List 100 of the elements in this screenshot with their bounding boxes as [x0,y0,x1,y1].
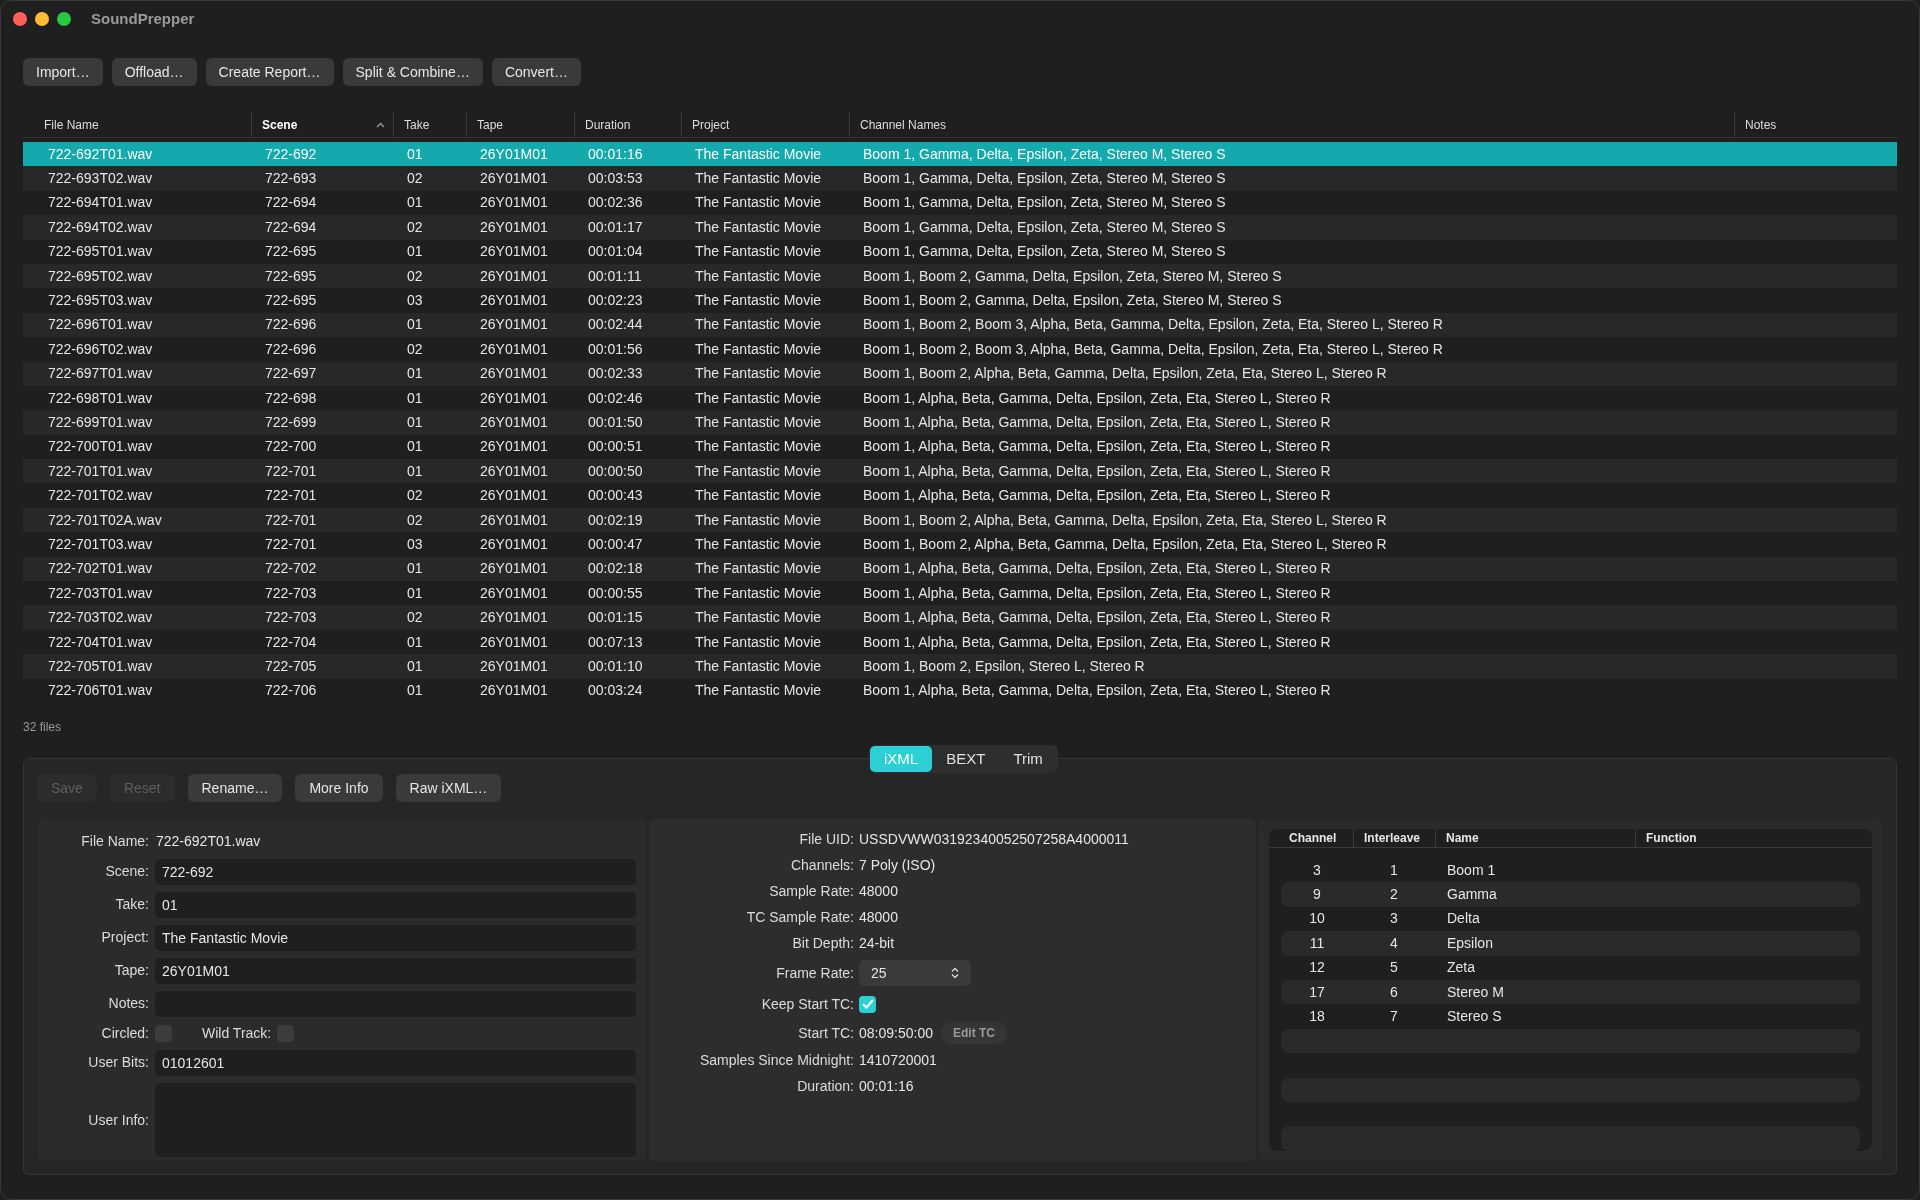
table-row[interactable]: 722-696T01.wav 722-696 01 26Y01M01 00:02:44 The Fantastic Movie Boom 1, Boom 2, Boom 3, Alpha, Beta, Gamma, Delta, Epsilon, Zeta, Eta, Stereo L, Stereo R [23,312,1897,338]
table-cell: 722-692T01.wav [48,145,153,162]
table-cell: 722-697T01.wav [48,365,153,382]
table-row[interactable]: 18 7 Stereo S [1281,1004,1860,1029]
inspector-button[interactable]: More Info [295,774,383,802]
table-cell: 01 [407,243,423,260]
table-cell: 01 [407,365,423,382]
table-cell: The Fantastic Movie [695,292,822,309]
table-cell: 722-705T01.wav [48,657,153,674]
frame-rate-dropdown[interactable]: 25 [859,960,971,986]
toolbar-button[interactable]: Split & Combine… [342,58,483,86]
table-cell: 722-695 [265,243,317,260]
column-header[interactable]: Take [393,112,466,137]
column-header[interactable]: Tape [466,112,574,137]
table-row[interactable]: 722-703T02.wav 722-703 02 26Y01M01 00:01:15 The Fantastic Movie Boom 1, Alpha, Beta, Gamma, Delta, Epsilon, Zeta, Eta, Stereo L, Stereo R [23,605,1897,630]
table-row[interactable]: 11 4 Epsilon [1281,931,1860,956]
table-cell: 26Y01M01 [480,609,548,626]
table-cell: 26Y01M01 [480,267,548,284]
table-cell: Boom 1, Alpha, Beta, Gamma, Delta, Epsilon, Zeta, Eta, Stereo L, Stereo R [863,682,1331,699]
table-cell: 722-700T01.wav [48,438,153,455]
input-field[interactable]: The Fantastic Movie [155,924,636,951]
table-cell: 26Y01M01 [480,682,548,699]
table-cell: 722-698T01.wav [48,389,153,406]
table-cell: The Fantastic Movie [695,194,822,211]
table-cell: 00:02:23 [588,292,643,309]
table-cell: 00:02:44 [588,316,643,333]
toolbar-button[interactable]: Convert… [491,58,581,86]
table-cell: The Fantastic Movie [695,340,822,357]
zoom-icon[interactable] [57,12,71,26]
table-cell: 722-694T02.wav [48,218,153,235]
table-cell: Boom 1, Boom 2, Epsilon, Stereo L, Stereo R [863,657,1145,674]
table-cell: Boom 1, Boom 2, Alpha, Beta, Gamma, Delta, Epsilon, Zeta, Eta, Stereo L, Stereo R [863,365,1387,382]
table-cell: Boom 1, Alpha, Beta, Gamma, Delta, Epsilon, Zeta, Eta, Stereo L, Stereo R [863,633,1331,650]
table-cell: 26Y01M01 [480,389,548,406]
field-label: Samples Since Midnight: [698,1051,854,1070]
close-icon[interactable] [13,12,27,26]
table-cell: 00:00:47 [588,535,643,552]
table-cell: Boom 1, Alpha, Beta, Gamma, Delta, Epsilon, Zeta, Eta, Stereo L, Stereo R [863,487,1331,504]
table-row[interactable]: 722-702T01.wav 722-702 01 26Y01M01 00:02:18 The Fantastic Movie Boom 1, Alpha, Beta, Gamma, Delta, Epsilon, Zeta, Eta, Stereo L, Stereo R [23,556,1897,582]
table-cell: Boom 1, Boom 2, Boom 3, Alpha, Beta, Gamma, Delta, Epsilon, Zeta, Eta, Stereo L, Stereo R [863,340,1443,357]
toolbar-button[interactable]: Offload… [111,58,197,86]
input-field[interactable]: 26Y01M01 [155,957,636,984]
table-row[interactable]: 722-705T01.wav 722-705 01 26Y01M01 00:01:10 The Fantastic Movie Boom 1, Boom 2, Epsilon, Stereo L, Stereo R [23,654,1897,679]
column-header[interactable]: Interleave [1364,829,1421,847]
table-row[interactable]: 12 5 Zeta [1281,955,1860,980]
tab[interactable]: BEXT [932,746,1000,772]
inspector-button[interactable]: Raw iXML… [395,774,502,802]
column-header[interactable]: Function [1646,829,1697,847]
table-cell: 3 [1390,910,1398,927]
field-label: Circled: [100,1023,149,1043]
table-row[interactable]: 722-699T01.wav 722-699 01 26Y01M01 00:01:50 The Fantastic Movie Boom 1, Alpha, Beta, Gamma, Delta, Epsilon, Zeta, Eta, Stereo L, Stereo R [23,410,1897,435]
table-cell: 722-697 [265,365,317,382]
column-header[interactable]: Channel Names [849,112,1734,137]
table-cell: 26Y01M01 [480,487,548,504]
column-header[interactable]: Scene [251,112,393,137]
table-cell: 722-699 [265,414,317,430]
column-header[interactable]: Channel [1289,829,1337,847]
edit-tc-button[interactable]: Edit TC [940,1022,1007,1044]
table-cell: 722-701T02.wav [48,487,153,504]
table-cell: 3 [1313,861,1321,878]
table-cell: 722-706 [265,682,317,699]
minimize-icon[interactable] [35,12,49,26]
column-header[interactable]: Duration [574,112,681,137]
inspector-button[interactable]: Rename… [187,774,283,802]
table-row[interactable]: 722-697T01.wav 722-697 01 26Y01M01 00:02:33 The Fantastic Movie Boom 1, Boom 2, Alpha, Beta, Gamma, Delta, Epsilon, Zeta, Eta, Stereo L, Stereo R [23,361,1897,386]
toolbar-button[interactable]: Create Report… [205,58,334,86]
column-header[interactable]: Notes [1734,112,1897,137]
table-row[interactable]: 3 1 Boom 1 [1281,858,1860,883]
table-cell: Boom 1, Gamma, Delta, Epsilon, Zeta, Stereo M, Stereo S [863,170,1226,187]
table-cell: Boom 1, Boom 2, Alpha, Beta, Gamma, Delta, Epsilon, Zeta, Eta, Stereo L, Stereo R [863,535,1387,552]
table-row[interactable]: 722-701T02A.wav 722-701 02 26Y01M01 00:02:19 The Fantastic Movie Boom 1, Boom 2, Alpha, Beta, Gamma, Delta, Epsilon, Zeta, Eta, Stereo L, Stereo R [23,507,1897,533]
up-down-chevron-icon [951,967,959,979]
input-field[interactable]: 01 [155,891,636,918]
table-cell: Epsilon [1447,934,1493,951]
table-cell: Boom 1, Alpha, Beta, Gamma, Delta, Epsilon, Zeta, Eta, Stereo L, Stereo R [863,584,1331,601]
table-row[interactable]: 9 2 Gamma [1281,882,1860,907]
table-cell: 00:02:36 [588,194,643,211]
table-cell: 01 [407,145,423,162]
input-field[interactable]: 01012601 [155,1049,636,1076]
table-row[interactable]: 10 3 Delta [1281,906,1860,932]
table-row[interactable]: 17 6 Stereo M [1281,979,1860,1005]
input-field[interactable]: 722-692 [155,858,636,885]
field-value: 08:09:50:00 [859,1023,933,1043]
table-row[interactable]: 722-693T02.wav 722-693 02 26Y01M01 00:03:53 The Fantastic Movie Boom 1, Gamma, Delta, Epsilon, Zeta, Stereo M, Stereo S [23,166,1897,191]
toolbar-button[interactable]: Import… [23,58,103,86]
table-cell: 00:00:51 [588,438,643,455]
table-row[interactable]: 722-695T02.wav 722-695 02 26Y01M01 00:01:11 The Fantastic Movie Boom 1, Boom 2, Gamma, Delta, Epsilon, Zeta, Stereo M, Stereo S [23,263,1897,289]
table-cell: 722-701T02A.wav [48,511,162,528]
table-cell: 26Y01M01 [480,414,548,430]
table-row[interactable]: 722-701T01.wav 722-701 01 26Y01M01 00:00:50 The Fantastic Movie Boom 1, Alpha, Beta, Gamma, Delta, Epsilon, Zeta, Eta, Stereo L, Stereo R [23,459,1897,484]
table-cell: 26Y01M01 [480,535,548,552]
table-cell: 4 [1390,934,1398,951]
column-header[interactable]: File Name [23,112,251,137]
checkbox[interactable] [859,995,876,1013]
table-cell: 03 [407,292,423,309]
table-row[interactable]: 722-694T02.wav 722-694 02 26Y01M01 00:01:17 The Fantastic Movie Boom 1, Gamma, Delta, Epsilon, Zeta, Stereo M, Stereo S [23,215,1897,240]
column-header[interactable]: Project [681,112,849,137]
tab[interactable]: Trim [999,746,1057,772]
column-header[interactable]: Name [1446,829,1479,847]
table-cell: 722-695 [265,292,317,309]
